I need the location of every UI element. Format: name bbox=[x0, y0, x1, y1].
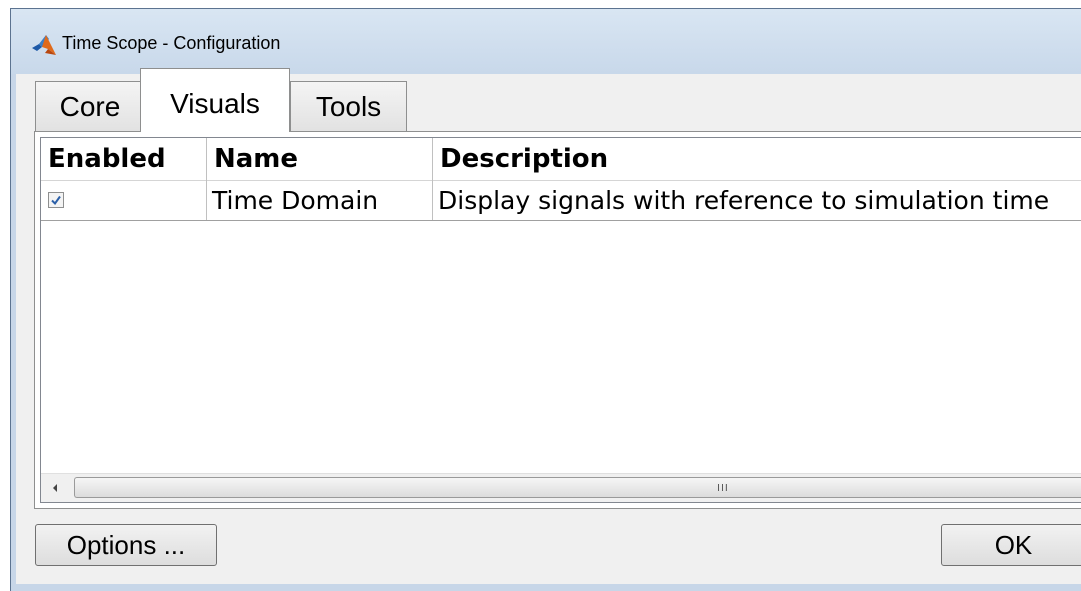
tab-tools[interactable]: Tools bbox=[290, 81, 407, 131]
title-bar[interactable]: Time Scope - Configuration bbox=[11, 9, 1081, 74]
arrow-left-icon bbox=[53, 484, 57, 492]
ok-button[interactable]: OK bbox=[941, 524, 1081, 566]
enabled-cell bbox=[41, 180, 207, 220]
configuration-window: Time Scope - Configuration Core Visuals … bbox=[10, 8, 1081, 591]
horizontal-scrollbar[interactable]: III bbox=[41, 473, 1081, 502]
tab-visuals[interactable]: Visuals bbox=[140, 68, 290, 132]
visuals-table: Enabled Name Description Time Domain Dis… bbox=[40, 137, 1081, 503]
window-title: Time Scope - Configuration bbox=[62, 33, 281, 53]
enabled-checkbox[interactable] bbox=[48, 192, 64, 208]
table-header: Enabled Name Description bbox=[41, 138, 1081, 181]
description-cell: Display signals with reference to simula… bbox=[438, 185, 1050, 215]
table-row[interactable]: Time Domain Display signals with referen… bbox=[41, 180, 1081, 221]
column-header-enabled[interactable]: Enabled bbox=[41, 138, 207, 180]
tab-core-label: Core bbox=[59, 90, 121, 122]
scroll-grip: III bbox=[717, 483, 729, 494]
scroll-left-button[interactable] bbox=[47, 480, 63, 496]
tab-visuals-label: Visuals bbox=[170, 87, 260, 119]
column-header-name[interactable]: Name bbox=[207, 138, 433, 180]
tab-panel-visuals: Enabled Name Description Time Domain Dis… bbox=[34, 131, 1081, 509]
tab-core[interactable]: Core bbox=[35, 81, 145, 131]
options-button[interactable]: Options ... bbox=[35, 524, 217, 566]
matlab-icon bbox=[32, 35, 56, 55]
checkmark-icon bbox=[51, 195, 61, 206]
name-cell: Time Domain bbox=[207, 180, 433, 220]
dialog-body: Core Visuals Tools Enabled Name Descript… bbox=[16, 68, 1081, 584]
tab-tools-label: Tools bbox=[315, 90, 382, 122]
scroll-thumb[interactable]: III bbox=[74, 477, 1081, 498]
column-header-description[interactable]: Description bbox=[433, 138, 1081, 180]
